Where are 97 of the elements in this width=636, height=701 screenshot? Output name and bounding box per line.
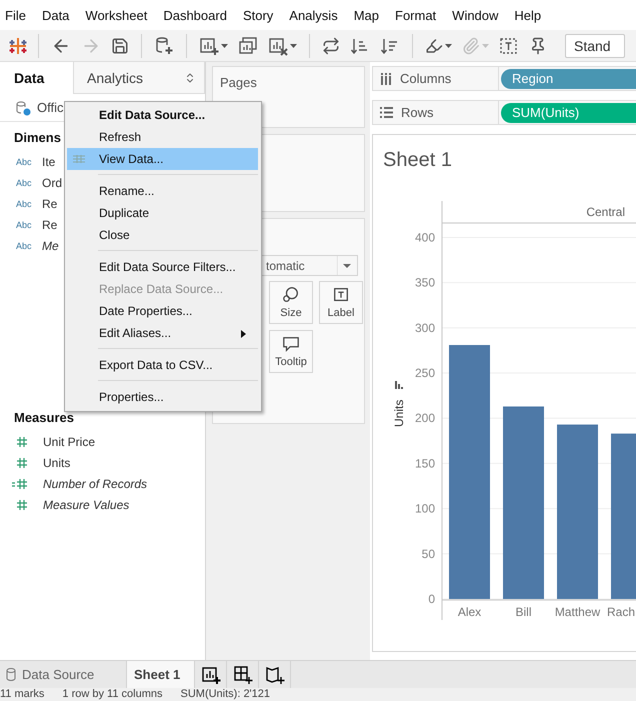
menu-item[interactable]: Close bbox=[67, 224, 258, 246]
table-icon bbox=[73, 155, 85, 163]
menu-item[interactable]: Properties... bbox=[67, 386, 258, 408]
calculated-measure-icon bbox=[11, 478, 28, 490]
database-plus-icon bbox=[154, 36, 174, 56]
menu-item[interactable]: File bbox=[5, 8, 26, 22]
menu-item[interactable]: Dashboard bbox=[163, 8, 227, 22]
category-label: Matthew bbox=[554, 605, 600, 619]
column-header: Central bbox=[586, 205, 625, 219]
axis-tick-label: 350 bbox=[414, 276, 435, 290]
data-source-name[interactable]: Offic bbox=[37, 100, 64, 115]
menu-item[interactable]: Edit Aliases... bbox=[67, 322, 258, 344]
label-icon bbox=[332, 286, 350, 304]
axis-tick-label: 400 bbox=[414, 230, 435, 244]
menu-item[interactable]: Refresh bbox=[67, 126, 258, 148]
text-label-icon bbox=[499, 36, 519, 56]
axis-tick-label: 50 bbox=[422, 546, 435, 561]
new-dashboard-icon bbox=[232, 664, 253, 684]
menu-item[interactable]: Date Properties... bbox=[67, 300, 258, 322]
axis-tick-label: 0 bbox=[428, 592, 435, 606]
axis-tick-label: 200 bbox=[414, 411, 435, 426]
status-text: 1 row by 11 columns bbox=[62, 688, 162, 701]
menu-item[interactable]: Data bbox=[42, 8, 70, 22]
database-icon bbox=[6, 668, 16, 681]
status-text: SUM(Units): 2'121 bbox=[180, 688, 270, 701]
category-label: Bill bbox=[516, 605, 532, 619]
menu-item[interactable]: Export Data to CSV... bbox=[67, 354, 258, 376]
category-label: Alex bbox=[458, 605, 482, 619]
axis-tick-label: 100 bbox=[414, 502, 435, 516]
menu-item[interactable]: Format bbox=[395, 8, 436, 22]
menu-item[interactable]: Worksheet bbox=[85, 8, 148, 22]
new-story-icon bbox=[264, 664, 285, 684]
swap-icon bbox=[322, 36, 340, 54]
axis-tick-label: 250 bbox=[414, 366, 435, 380]
section-title: Dimens bbox=[14, 130, 61, 145]
sheet-title: Sheet 1 bbox=[383, 149, 452, 171]
pane-tab[interactable]: Analytics bbox=[73, 62, 205, 94]
caret-icon bbox=[445, 44, 452, 48]
highlighter-icon bbox=[425, 36, 443, 54]
marks-button[interactable]: Size bbox=[269, 281, 313, 324]
field-name[interactable]: Ite bbox=[42, 154, 56, 168]
menu-item[interactable]: Window bbox=[452, 8, 498, 22]
field-name[interactable]: Number of Records bbox=[43, 476, 148, 490]
app-logo-icon bbox=[8, 36, 28, 56]
rows-icon bbox=[380, 107, 393, 118]
hash-icon bbox=[16, 456, 28, 468]
string-type-label: Abc bbox=[16, 156, 33, 166]
shelf-label: Rows bbox=[401, 105, 434, 120]
pin-icon bbox=[529, 36, 547, 54]
tooltip-icon bbox=[282, 335, 300, 353]
paperclip-icon bbox=[462, 36, 480, 54]
columns-icon bbox=[380, 72, 392, 84]
caret-icon bbox=[221, 44, 228, 48]
string-type-label: Abc bbox=[16, 198, 33, 208]
axis-title: Units bbox=[392, 400, 406, 427]
status-text: 11 marks bbox=[0, 688, 44, 701]
string-type-label: Abc bbox=[16, 240, 33, 250]
size-icon bbox=[282, 286, 300, 304]
menu-item[interactable]: Rename... bbox=[67, 180, 258, 202]
menu-item[interactable]: Duplicate bbox=[67, 202, 258, 224]
card-title: Pages bbox=[219, 74, 258, 90]
menu-item[interactable]: Story bbox=[242, 8, 274, 22]
data-source-icon bbox=[15, 100, 31, 116]
clear-chart-icon bbox=[268, 36, 288, 56]
duplicate-chart-icon bbox=[238, 36, 258, 56]
new-chart-icon bbox=[200, 664, 221, 684]
field-name[interactable]: Re bbox=[42, 196, 58, 210]
string-type-label: Abc bbox=[16, 178, 33, 188]
marks-button[interactable]: Label bbox=[319, 281, 363, 324]
sheet-tab[interactable]: Sheet 1 bbox=[127, 661, 196, 688]
caret-icon bbox=[290, 44, 297, 48]
axis-tick-label: 300 bbox=[414, 320, 435, 335]
field-name[interactable]: Me bbox=[42, 238, 59, 252]
field-name[interactable]: Units bbox=[43, 456, 70, 470]
menu-item[interactable]: Help bbox=[514, 8, 542, 22]
menu-item[interactable]: Map bbox=[354, 8, 379, 22]
menu-item[interactable]: Analysis bbox=[289, 8, 338, 22]
string-type-label: Abc bbox=[16, 220, 33, 230]
updown-caret-icon bbox=[184, 72, 196, 84]
section-title: Measures bbox=[14, 410, 74, 425]
caret-icon bbox=[482, 44, 489, 48]
field-name[interactable]: Ord bbox=[42, 176, 62, 190]
field-name[interactable]: Unit Price bbox=[43, 434, 96, 448]
hash-icon bbox=[16, 436, 28, 448]
menu-item[interactable]: View Data... bbox=[67, 148, 258, 170]
save-icon bbox=[111, 36, 129, 54]
marks-button[interactable]: Tooltip bbox=[269, 330, 313, 373]
new-chart-icon bbox=[199, 36, 219, 56]
category-label: Rach bbox=[607, 605, 635, 619]
sort-indicator-icon bbox=[395, 381, 403, 389]
axis-tick-label: 150 bbox=[414, 456, 435, 470]
field-name[interactable]: Re bbox=[42, 218, 58, 232]
field-name[interactable]: Measure Values bbox=[43, 498, 130, 512]
view-size-dropdown[interactable]: Stand bbox=[565, 34, 625, 58]
menu-item[interactable]: Edit Data Source... bbox=[67, 104, 258, 126]
hash-icon bbox=[16, 498, 28, 510]
shelf-label: Columns bbox=[400, 71, 452, 86]
